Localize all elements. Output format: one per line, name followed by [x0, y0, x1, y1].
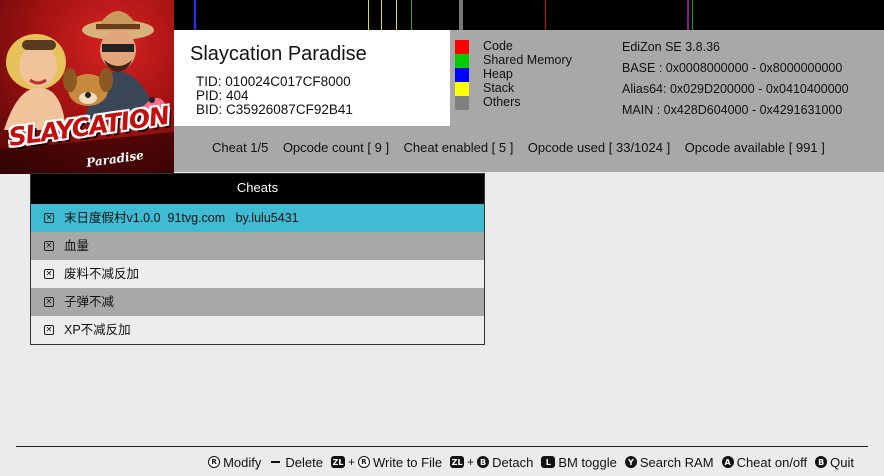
a-button-icon: A: [721, 456, 734, 468]
cheat-label: 子弹不减: [64, 295, 115, 309]
title-id: TID: 010024C017CF8000: [196, 74, 351, 89]
game-icon: SLAYCATION Paradise: [0, 0, 174, 174]
plus-icon: +: [347, 455, 355, 469]
game-info-panel: Slaycation Paradise TID: 010024C017CF800…: [174, 30, 450, 126]
checkbox-checked-icon: ✕: [44, 297, 54, 307]
right-stick-icon: R: [208, 456, 221, 468]
right-stick-icon: R: [357, 456, 370, 468]
cheat-label: 废料不减反加: [64, 267, 140, 281]
bm-toggle-action[interactable]: L BM toggle: [541, 455, 617, 470]
minus-button-icon: [271, 461, 281, 463]
plus-icon: +: [467, 455, 475, 469]
write-to-file-label: Write to File: [372, 454, 443, 470]
cheat-status-panel: Cheat 1/5 Opcode count [ 9 ] Cheat enabl…: [174, 126, 884, 172]
bm-toggle-label: BM toggle: [558, 454, 617, 470]
search-ram-action[interactable]: Y Search RAM: [624, 454, 714, 470]
b-button-icon: B: [477, 456, 490, 468]
game-title: Slaycation Paradise: [190, 43, 367, 65]
detach-label: Detach: [492, 454, 534, 470]
build-id: BID: C35926087CF92B41: [196, 102, 353, 117]
zl-button-icon: ZL: [450, 456, 465, 468]
cheat-toggle-action[interactable]: A Cheat on/off: [721, 454, 808, 470]
legend-label: Stack: [483, 81, 515, 95]
cheats-list: Cheats ✕ 末日度假村v1.0.0 91tvg.com by.lulu54…: [30, 173, 485, 345]
cheat-item[interactable]: ✕ 废料不减反加: [31, 260, 484, 288]
legend-swatch: [455, 40, 469, 54]
legend-swatch: [455, 68, 469, 82]
delete-label: Delete: [285, 454, 323, 470]
checkbox-checked-icon: ✕: [44, 241, 54, 251]
legend-label: Code: [483, 39, 513, 53]
cheat-label: XP不减反加: [64, 323, 131, 337]
button-hints-bar: R Modify Delete ZL + R Write to File ZL …: [208, 453, 854, 471]
base-range: BASE : 0x0008000000 - 0x8000000000: [622, 61, 843, 75]
footer-divider: [16, 446, 868, 447]
cheat-item[interactable]: ✕ 子弹不减: [31, 288, 484, 316]
cheat-item[interactable]: ✕ 血量: [31, 232, 484, 260]
legend-label: Others: [483, 95, 521, 109]
cheats-header: Cheats: [31, 174, 484, 204]
delete-action[interactable]: Delete: [269, 455, 323, 470]
alias64-range: Alias64: 0x029D200000 - 0x0410400000: [622, 82, 849, 96]
cheat-item[interactable]: ✕ XP不减反加: [31, 316, 484, 344]
b-button-icon: B: [815, 456, 828, 468]
cheat-item[interactable]: ✕ 末日度假村v1.0.0 91tvg.com by.lulu5431: [31, 204, 484, 232]
cheat-status-text: Cheat 1/5 Opcode count [ 9 ] Cheat enabl…: [212, 140, 825, 155]
search-ram-label: Search RAM: [639, 454, 714, 470]
memory-legend-panel: Code Shared Memory Heap Stack Others Edi…: [450, 30, 884, 126]
modify-action[interactable]: R Modify: [208, 455, 261, 470]
modify-label: Modify: [223, 454, 262, 470]
legend-swatch: [455, 54, 469, 68]
y-button-icon: Y: [624, 456, 637, 468]
main-range: MAIN : 0x428D604000 - 0x4291631000: [622, 103, 843, 117]
cheat-label: 血量: [64, 239, 90, 253]
app-version: EdiZon SE 3.8.36: [622, 40, 720, 54]
quit-action[interactable]: B Quit: [815, 455, 854, 470]
legend-label: Shared Memory: [483, 53, 572, 67]
cheat-label: 末日度假村v1.0.0 91tvg.com by.lulu5431: [64, 211, 299, 225]
checkbox-checked-icon: ✕: [44, 325, 54, 335]
quit-label: Quit: [830, 454, 854, 470]
legend-label: Heap: [483, 67, 513, 81]
detach-action[interactable]: ZL + B Detach: [450, 455, 533, 470]
process-id: PID: 404: [196, 88, 249, 103]
write-to-file-action[interactable]: ZL + R Write to File: [330, 454, 443, 470]
legend-swatch: [455, 82, 469, 96]
checkbox-checked-icon: ✕: [44, 269, 54, 279]
l-button-icon: L: [541, 456, 556, 468]
legend-swatch: [455, 96, 469, 110]
cheat-toggle-label: Cheat on/off: [736, 454, 808, 470]
checkbox-checked-icon: ✕: [44, 213, 54, 223]
zl-button-icon: ZL: [330, 456, 345, 468]
